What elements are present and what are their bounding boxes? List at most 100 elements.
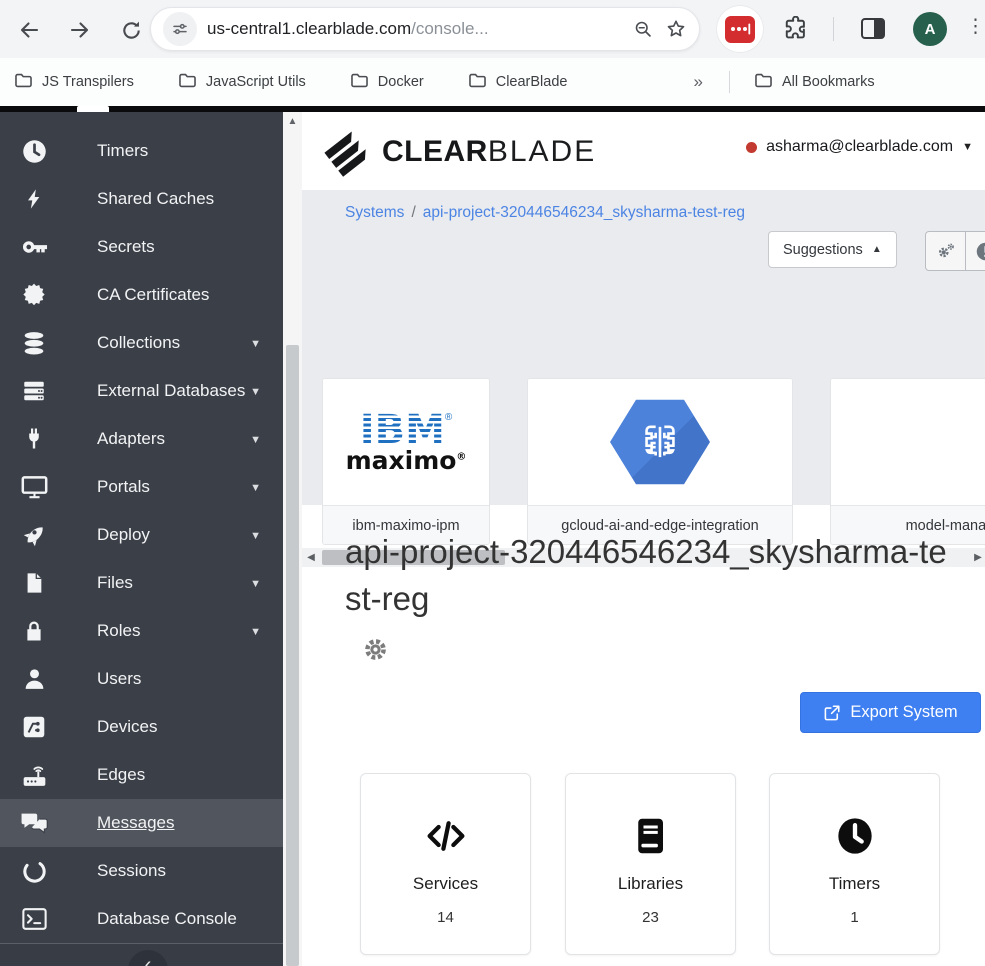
sidebar-collapse-button[interactable]: ‹ (128, 950, 168, 966)
sidebar-item-label: Roles (97, 621, 141, 640)
export-system-label: Export System (850, 703, 958, 721)
sidebar-item-edges[interactable]: Edges (0, 751, 283, 799)
caret-down-icon[interactable]: ▼ (250, 482, 261, 494)
sidebar-item-secrets[interactable]: Secrets (0, 223, 283, 271)
sidebar-item-devices[interactable]: Devices (0, 703, 283, 751)
export-icon (824, 704, 840, 720)
browser-menu-icon[interactable]: ⋮ (966, 15, 985, 38)
lock-icon (16, 618, 52, 644)
sidebar-item-users[interactable]: Users (0, 655, 283, 703)
caret-down-icon[interactable]: ▼ (250, 338, 261, 350)
bolt-icon (16, 186, 52, 212)
bookmark-item[interactable]: JavaScript Utils (178, 72, 306, 93)
sidebar-item-label: Users (97, 669, 142, 688)
stat-card-libraries[interactable]: Libraries 23 (565, 773, 736, 955)
site-settings-icon[interactable] (163, 12, 197, 46)
session-icon (16, 858, 52, 885)
export-system-button[interactable]: Export System (800, 692, 981, 733)
bookmark-item[interactable]: ClearBlade (468, 72, 568, 93)
stat-card-label: Services (412, 874, 479, 893)
back-icon[interactable] (12, 13, 46, 47)
sidebar-item-roles[interactable]: Roles ▼ (0, 607, 283, 655)
scroll-left-icon[interactable]: ◀ (304, 548, 318, 567)
reload-icon[interactable] (114, 13, 148, 47)
sidebar-item-label: Shared Caches (97, 189, 215, 208)
breadcrumb-current-link[interactable]: api-project-320446546234_skysharma-test-… (423, 204, 745, 221)
monitor-icon (16, 475, 52, 500)
system-settings-gear-icon[interactable] (362, 636, 389, 668)
address-bar[interactable]: us-central1.clearblade.com/console... (150, 7, 700, 51)
sidebar-item-shared-caches[interactable]: Shared Caches (0, 175, 283, 223)
folder-icon (14, 72, 33, 93)
sidebar-item-collections[interactable]: Collections ▼ (0, 319, 283, 367)
router-icon (16, 762, 52, 788)
stat-card-count: 23 (642, 909, 659, 926)
app-header: CLEARBLADE asharma@clearblade.com ▼ (302, 112, 985, 190)
vertical-scrollbar[interactable]: ▲ (283, 112, 302, 966)
sidebar-item-database-console[interactable]: Database Console (0, 895, 283, 943)
stat-card-services[interactable]: Services 14 (360, 773, 531, 955)
zoom-icon[interactable] (633, 19, 653, 39)
vertical-scroll-thumb[interactable] (286, 345, 299, 966)
bookmark-item[interactable]: JS Transpilers (14, 72, 134, 93)
forward-icon[interactable] (63, 13, 97, 47)
caret-down-icon[interactable]: ▼ (250, 530, 261, 542)
sidebar-item-ca-certificates[interactable]: CA Certificates (0, 271, 283, 319)
url-text[interactable]: us-central1.clearblade.com/console... (207, 19, 621, 39)
header-icon-button-group (925, 231, 985, 271)
sidebar-item-portals[interactable]: Portals ▼ (0, 463, 283, 511)
sidebar-item-label: Portals (97, 477, 150, 496)
scroll-up-icon[interactable]: ▲ (283, 116, 302, 127)
system-title: api-project-320446546234_skysharma-test-… (345, 533, 947, 617)
caret-down-icon[interactable]: ▼ (250, 626, 261, 638)
bookmark-label: JS Transpilers (42, 74, 134, 90)
sidebar-item-label: Timers (97, 141, 149, 160)
clockb-icon (835, 814, 875, 858)
stat-card-timers[interactable]: Timers 1 (769, 773, 940, 955)
sidebar-item-label: Deploy (97, 525, 150, 544)
profile-avatar[interactable]: A (913, 12, 947, 46)
devices-icon (16, 714, 52, 740)
bookmark-label: JavaScript Utils (205, 74, 306, 90)
account-menu[interactable]: asharma@clearblade.com ▼ (746, 138, 973, 156)
sidebar-item-sessions[interactable]: Sessions (0, 847, 283, 895)
sidebar-item-timers[interactable]: Timers (0, 127, 283, 175)
sidebar-item-messages[interactable]: Messages (0, 799, 283, 847)
all-bookmarks-folder[interactable]: All Bookmarks (754, 72, 875, 93)
info-alert-button[interactable] (965, 232, 985, 270)
sidebar-item-external-databases[interactable]: External Databases ▼ (0, 367, 283, 415)
ecosystem-card[interactable]: gcloud-ai-and-edge-integration (527, 378, 793, 545)
ecosystem-card-logo: IBM® maximo® (323, 379, 489, 505)
ecosystem-card[interactable]: IBM® maximo® ibm-maximo-ipm (322, 378, 490, 545)
ecosystem-card[interactable]: model-manageme (830, 378, 985, 545)
sidebar-item-files[interactable]: Files ▼ (0, 559, 283, 607)
breadcrumb-systems-link[interactable]: Systems (345, 204, 404, 221)
bookmark-item[interactable]: Docker (350, 72, 424, 93)
sidebar-item-deploy[interactable]: Deploy ▼ (0, 511, 283, 559)
side-panel-icon[interactable] (861, 18, 885, 39)
bookmarks-overflow-icon[interactable]: » (693, 72, 702, 92)
sidebar-item-label: Collections (97, 333, 181, 352)
stat-card-label: Libraries (617, 874, 684, 893)
sidebar-item-adapters[interactable]: Adapters ▼ (0, 415, 283, 463)
lastpass-extension-icon[interactable] (717, 6, 763, 52)
suggestions-button[interactable]: Suggestions ▲ (768, 231, 897, 268)
brand-text: CLEARBLADE (382, 135, 597, 168)
bookmark-label: ClearBlade (495, 74, 568, 90)
rocket-icon (16, 522, 52, 549)
url-host: us-central1.clearblade.com (207, 19, 412, 38)
stat-card-count: 14 (437, 909, 454, 926)
caret-down-icon[interactable]: ▼ (250, 578, 261, 590)
user-icon (16, 666, 52, 692)
clearblade-logo-mark (324, 131, 366, 177)
page: us-central1.clearblade.com/console... A … (0, 0, 985, 966)
extensions-puzzle-icon[interactable] (782, 15, 808, 47)
file-icon (16, 570, 52, 596)
caret-down-icon[interactable]: ▼ (250, 434, 261, 446)
settings-gears-button[interactable] (926, 232, 965, 270)
bookmark-star-icon[interactable] (665, 18, 687, 40)
browser-toolbar: us-central1.clearblade.com/console... A … (0, 0, 985, 58)
caret-down-icon[interactable]: ▼ (250, 386, 261, 398)
scroll-right-icon[interactable]: ▶ (971, 548, 985, 567)
content-area: Timers Shared Caches Secrets CA Certificate… (0, 112, 985, 966)
